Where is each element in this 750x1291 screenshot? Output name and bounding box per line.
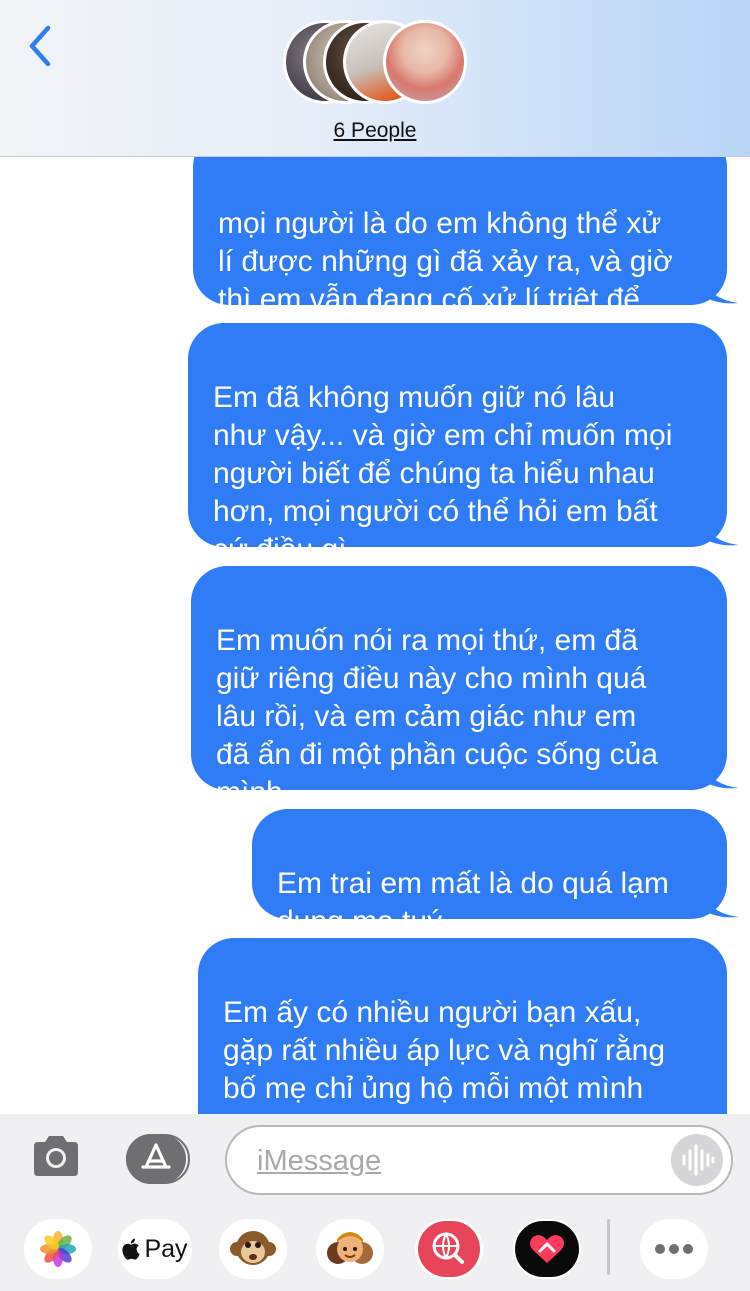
group-name-label[interactable]: 6 People: [0, 119, 750, 143]
imessage-input-container: [225, 1125, 733, 1195]
photos-app-button[interactable]: [24, 1219, 92, 1279]
bubble-tail: [705, 279, 739, 304]
group-avatars[interactable]: [283, 20, 473, 106]
message-text: Em đã không muốn giữ nó lâu như vậy... v…: [213, 381, 673, 566]
message-text: Em muốn nói ra mọi thứ, em đã giữ riêng …: [216, 624, 658, 809]
bubble-tail: [705, 893, 739, 918]
imessage-input[interactable]: [257, 1141, 637, 1181]
monkey-emoji-icon: [230, 1231, 276, 1265]
more-icon: [655, 1244, 693, 1254]
memoji-icon: [327, 1232, 373, 1264]
app-drawer: Pay: [0, 1219, 750, 1285]
camera-button[interactable]: [30, 1132, 82, 1180]
avatar: [383, 20, 467, 104]
message-bubble[interactable]: Em muốn nói ra mọi thứ, em đã giữ riêng …: [191, 566, 739, 809]
message-list[interactable]: mọi người là do em không thể xử lí được …: [0, 0, 750, 1291]
message-bubble[interactable]: Em trai em mất là do quá lạm dụng ma tuý: [252, 809, 739, 938]
bubble-tail: [705, 764, 739, 789]
camera-icon: [34, 1136, 78, 1176]
compose-toolbar: Pay: [0, 1114, 750, 1291]
audio-message-button[interactable]: [671, 1134, 723, 1186]
photos-icon: [40, 1231, 76, 1267]
conversation-header: 6 People: [0, 0, 750, 157]
apple-pay-label: Pay: [144, 1234, 188, 1263]
back-button[interactable]: [22, 22, 62, 70]
app-store-button[interactable]: [126, 1134, 190, 1184]
apple-logo-icon: [122, 1238, 141, 1260]
web-search-icon: [418, 1221, 480, 1277]
digital-touch-button[interactable]: [513, 1219, 581, 1279]
apple-pay-button[interactable]: Pay: [118, 1219, 192, 1279]
back-chevron-icon: [29, 25, 51, 67]
more-apps-button[interactable]: [640, 1219, 708, 1279]
audio-waveform-icon: [682, 1144, 715, 1176]
app-store-icon: [126, 1134, 190, 1184]
app-drawer-divider: [607, 1219, 610, 1275]
message-text: Em trai em mất là do quá lạm dụng ma tuý: [277, 867, 669, 938]
message-bubble[interactable]: Em đã không muốn giữ nó lâu như vậy... v…: [188, 323, 739, 566]
animoji-button[interactable]: [219, 1219, 287, 1279]
message-bubble[interactable]: mọi người là do em không thể xử lí được …: [193, 131, 739, 354]
bubble-tail: [705, 521, 739, 546]
web-search-button[interactable]: [415, 1219, 483, 1279]
memoji-button[interactable]: [316, 1219, 384, 1279]
heart-sticker-icon: [515, 1221, 579, 1277]
